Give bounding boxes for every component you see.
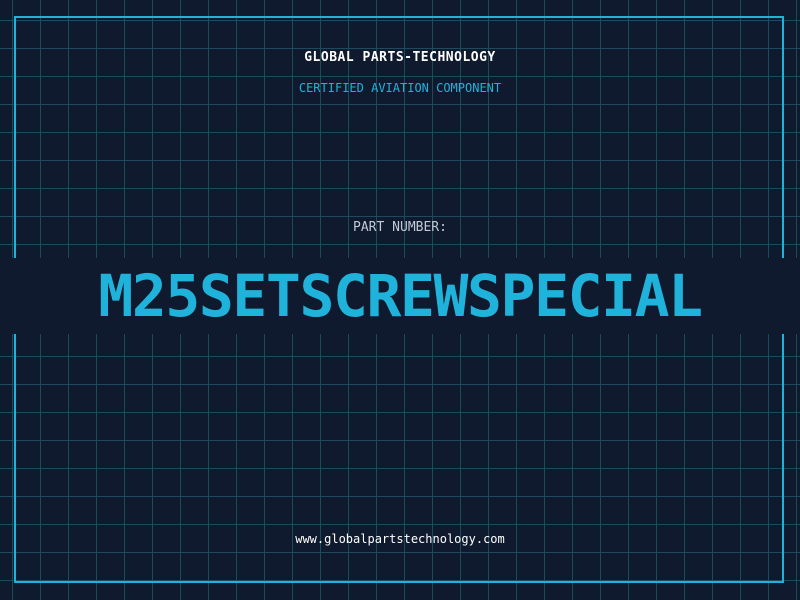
certificate-subtitle: CERTIFIED AVIATION COMPONENT [298,81,502,95]
certificate-page: GLOBAL PARTS-TECHNOLOGY CERTIFIED AVIATI… [0,0,800,600]
company-name: GLOBAL PARTS-TECHNOLOGY [304,50,496,65]
part-number-label: PART NUMBER: [353,220,447,235]
website-link[interactable]: www.globalpartstechnology.com [0,531,800,547]
part-number-value: M25SETSCREWSPECIAL [98,262,703,330]
